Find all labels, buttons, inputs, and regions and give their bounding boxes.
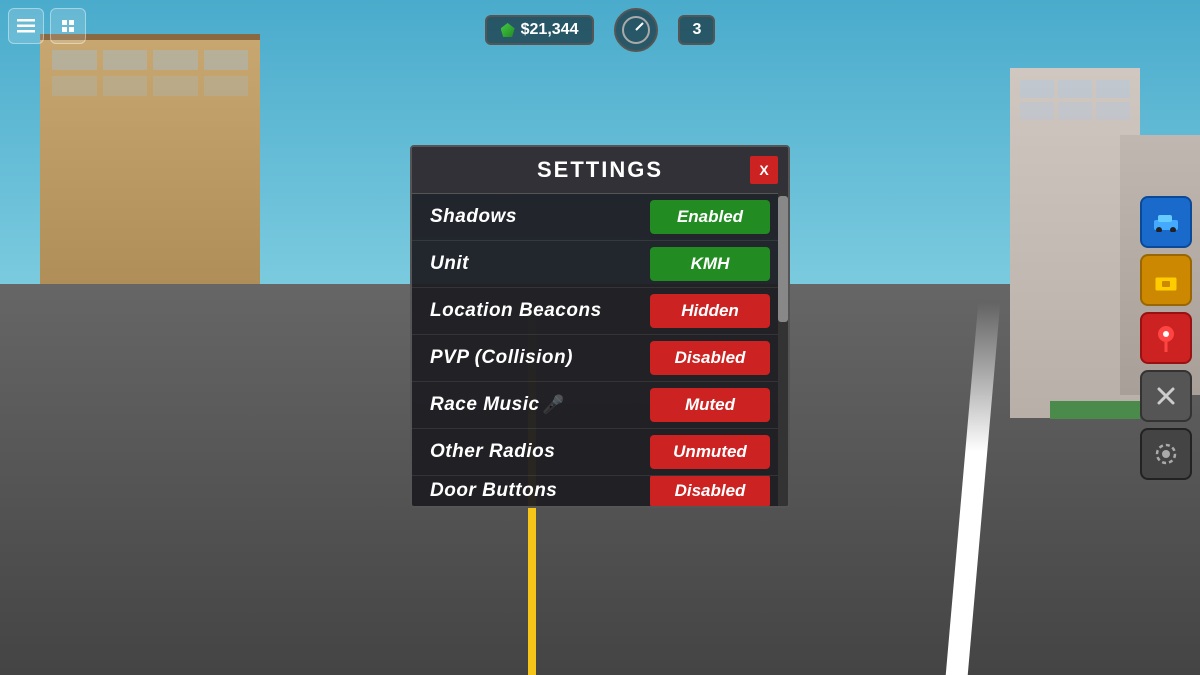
settings-row-location-beacons: Location Beacons Hidden [412,288,788,335]
door-buttons-value[interactable]: Disabled [650,476,770,506]
player-count-value: 3 [692,21,701,38]
settings-row-other-radios: Other Radios Unmuted [412,429,788,476]
race-music-label: Race Music [430,394,540,416]
map-button[interactable] [1140,312,1192,364]
gem-icon [501,23,515,37]
unit-label: Unit [430,253,469,275]
unit-value[interactable]: KMH [650,247,770,281]
settings-panel: SETTINGS X Shadows Enabled Unit KMH Loca… [410,145,790,508]
microphone-icon: 🎤 [542,395,564,416]
shop-button[interactable] [1140,254,1192,306]
pvp-label: PVP (Collision) [430,347,573,369]
settings-header: SETTINGS X [412,147,788,194]
car-button[interactable] [1140,196,1192,248]
other-radios-label: Other Radios [430,441,555,463]
pvp-value[interactable]: Disabled [650,341,770,375]
tools-button[interactable] [1140,370,1192,422]
settings-scrollbar-thumb [778,196,788,322]
location-beacons-label: Location Beacons [430,300,602,322]
settings-title: SETTINGS [537,157,663,183]
hud-top-center: $21,344 3 [0,8,1200,52]
settings-row-shadows: Shadows Enabled [412,194,788,241]
hud-right-icons [1140,196,1192,480]
settings-row-door-buttons: Door Buttons Disabled [412,476,788,506]
settings-close-button[interactable]: X [750,156,778,184]
settings-row-unit: Unit KMH [412,241,788,288]
hud-player-count: 3 [678,15,715,45]
location-beacons-value[interactable]: Hidden [650,294,770,328]
hud-speedometer [614,8,658,52]
hud-money-display: $21,344 [485,15,595,45]
settings-scrollbar[interactable] [778,191,788,506]
shadows-label: Shadows [430,206,517,228]
settings-button[interactable] [1140,428,1192,480]
settings-row-pvp: PVP (Collision) Disabled [412,335,788,382]
race-music-value[interactable]: Muted [650,388,770,422]
settings-row-race-music: Race Music 🎤 Muted [412,382,788,429]
grass-strip [1050,401,1140,419]
other-radios-value[interactable]: Unmuted [650,435,770,469]
door-buttons-label: Door Buttons [430,480,557,502]
settings-body: Shadows Enabled Unit KMH Location Beacon… [412,194,788,506]
shadows-value[interactable]: Enabled [650,200,770,234]
money-value: $21,344 [521,21,579,39]
road-white-line [946,303,1001,675]
